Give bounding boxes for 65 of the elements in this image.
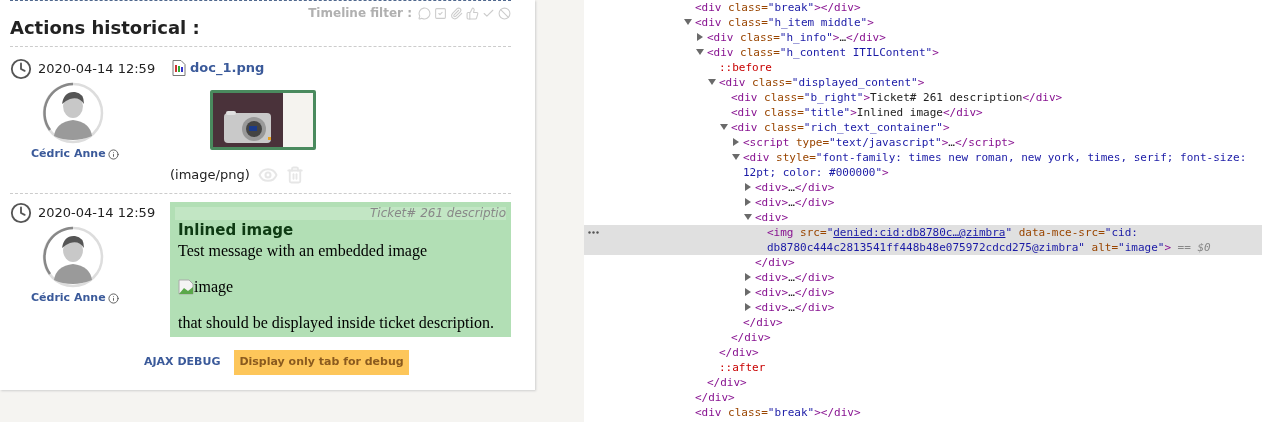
collapse-arrow-icon[interactable] — [731, 152, 741, 162]
expand-arrow-icon[interactable] — [743, 302, 753, 312]
collapse-arrow-icon[interactable] — [707, 77, 717, 87]
description-title: Inlined image — [178, 220, 295, 240]
code-line[interactable]: <div>…</div> — [584, 300, 1262, 315]
thumbs-up-icon[interactable] — [466, 6, 479, 20]
code-line: </div> — [754, 255, 796, 270]
expand-arrow-icon[interactable] — [743, 182, 753, 192]
date-text: 2020-04-14 12:59 — [38, 60, 156, 79]
expand-arrow-icon[interactable] — [743, 272, 753, 282]
clock-icon — [10, 202, 32, 224]
code-line[interactable]: <div> — [584, 210, 1262, 225]
mime-type-text: (image/png) — [170, 166, 250, 185]
collapse-arrow-icon[interactable] — [719, 122, 729, 132]
expand-arrow-icon[interactable] — [731, 137, 741, 147]
info-icon[interactable] — [107, 292, 119, 304]
clock-icon — [10, 58, 32, 80]
ajax-debug-link[interactable]: AJAX DEBUG — [144, 354, 221, 371]
author-link[interactable]: Cédric Anne — [31, 146, 106, 163]
code-line[interactable]: <div class="rich_text_container"> — [584, 120, 1262, 135]
expand-arrow-icon[interactable] — [743, 287, 753, 297]
code-line: </div> — [718, 345, 760, 360]
message-text: Test message with an embedded image — [178, 241, 429, 262]
file-link[interactable]: doc_1.png — [190, 58, 265, 78]
expand-arrow-icon[interactable] — [695, 32, 705, 42]
image-alt-text: image — [194, 277, 234, 298]
paperclip-icon[interactable] — [450, 6, 463, 20]
debug-tab-button[interactable]: Display only tab for debug — [234, 350, 409, 375]
section-title: Actions historical : — [10, 16, 200, 40]
code-line: </div> — [694, 390, 736, 405]
code-line[interactable]: <div class="break"></div> — [584, 405, 1262, 420]
avatar — [42, 226, 104, 288]
code-line[interactable]: <div class="h_item middle"> — [584, 15, 1262, 30]
code-line[interactable]: <div class="h_content ITILContent"> — [584, 45, 1262, 60]
more-icon[interactable] — [588, 231, 599, 234]
code-line[interactable]: <div class="title">Inlined image</div> — [584, 105, 1262, 120]
code-line[interactable]: <div>…</div> — [584, 270, 1262, 285]
code-line[interactable]: <div>…</div> — [584, 180, 1262, 195]
info-icon[interactable] — [107, 148, 119, 160]
code-line[interactable]: <div>…</div> — [584, 285, 1262, 300]
collapse-arrow-icon[interactable] — [683, 17, 693, 27]
message-text: that should be displayed inside ticket description. — [178, 313, 495, 334]
filter-label: Timeline filter : — [308, 5, 412, 22]
code-line: </div> — [730, 330, 772, 345]
image-file-icon — [172, 59, 186, 76]
broken-image-icon — [178, 279, 194, 295]
code-line: </div> — [706, 375, 748, 390]
collapse-arrow-icon[interactable] — [743, 212, 753, 222]
author-link[interactable]: Cédric Anne — [31, 290, 106, 307]
checkbox-icon[interactable] — [434, 6, 447, 20]
code-line[interactable]: <div class="b_right">Ticket# 261 description</div> — [584, 90, 1262, 105]
code-line: </div> — [742, 315, 784, 330]
code-line[interactable]: <div class="break"></div> — [584, 0, 1262, 15]
code-line[interactable]: <div>…</div> — [584, 195, 1262, 210]
code-line[interactable]: ::after — [584, 360, 1262, 375]
avatar — [42, 82, 104, 144]
ticket-label: Ticket# 261 descriptio — [370, 207, 506, 220]
code-line[interactable]: <div style="font-family: times new roman, new york, times, serif; font-size: 12pt; color: #000000"> — [584, 150, 1262, 180]
collapse-arrow-icon[interactable] — [695, 47, 705, 57]
code-line[interactable]: <script type="text/javascript">…</script> — [584, 135, 1262, 150]
date-text: 2020-04-14 12:59 — [38, 204, 156, 223]
code-line[interactable]: <div class="displayed_content"> — [584, 75, 1262, 90]
code-line[interactable]: ::before — [584, 60, 1262, 75]
code-line[interactable]: <div class="h_info">…</div> — [584, 30, 1262, 45]
expand-arrow-icon[interactable] — [743, 197, 753, 207]
